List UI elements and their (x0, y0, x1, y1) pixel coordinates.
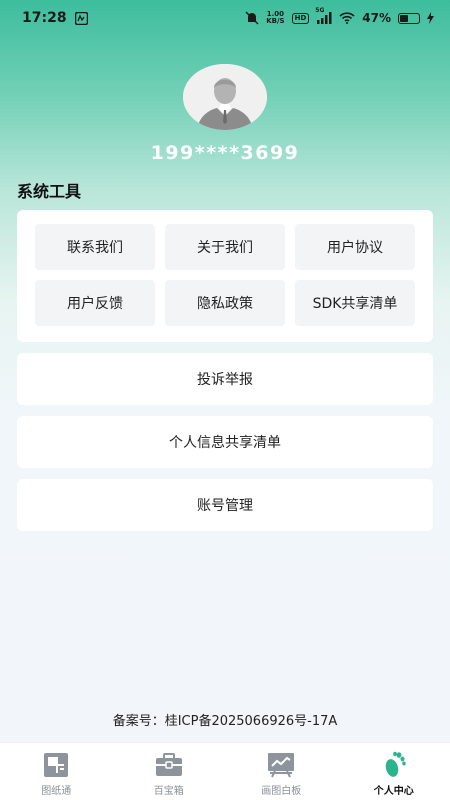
tab-whiteboard-label: 画图白板 (261, 786, 302, 797)
user-avatar-icon (183, 64, 267, 130)
footprint-icon (379, 751, 409, 779)
user-phone: 199****3699 (150, 142, 300, 164)
tab-toolbox-label: 百宝箱 (153, 786, 184, 797)
contact-us-button[interactable]: 联系我们 (35, 224, 155, 270)
app-notification-icon (74, 11, 88, 25)
tab-whiteboard[interactable]: 画图白板 (225, 743, 338, 800)
sdk-share-list-button[interactable]: SDK共享清单 (295, 280, 415, 326)
mute-icon (245, 11, 259, 25)
wifi-icon (339, 12, 355, 24)
icp-record: 备案号：桂ICP备2025066926号-17A (112, 714, 338, 729)
user-agreement-button[interactable]: 用户协议 (295, 224, 415, 270)
status-bar: 17:28 1.00 KB/S HD 5G 47% (0, 0, 450, 36)
tab-profile-label: 个人中心 (373, 786, 414, 797)
battery-icon (398, 12, 420, 24)
complaint-report-row[interactable]: 投诉举报 (17, 353, 433, 405)
about-us-button[interactable]: 关于我们 (165, 224, 285, 270)
personal-info-share-list-row[interactable]: 个人信息共享清单 (17, 416, 433, 468)
whiteboard-icon (266, 751, 296, 779)
net-speed: 1.00 KB/S (266, 10, 285, 25)
section-title: 系统工具 (17, 182, 82, 201)
tab-drawings-label: 图纸通 (41, 786, 72, 797)
tab-toolbox[interactable]: 百宝箱 (113, 743, 226, 800)
bottom-tab-bar: 图纸通 百宝箱 画图白板 个人中心 (0, 742, 450, 800)
drawing-board-icon (41, 751, 71, 779)
system-tools-card: 联系我们 关于我们 用户协议 用户反馈 隐私政策 SDK共享清单 (17, 210, 433, 342)
charging-icon (427, 12, 434, 24)
battery-percent: 47% (362, 11, 391, 25)
tab-profile[interactable]: 个人中心 (338, 743, 450, 800)
signal-icon: 5G (315, 7, 332, 24)
user-feedback-button[interactable]: 用户反馈 (35, 280, 155, 326)
tab-drawings[interactable]: 图纸通 (0, 743, 113, 800)
account-management-row[interactable]: 账号管理 (17, 479, 433, 531)
status-time: 17:28 (22, 10, 67, 26)
privacy-policy-button[interactable]: 隐私政策 (165, 280, 285, 326)
avatar[interactable] (183, 64, 267, 130)
toolbox-icon (154, 751, 184, 779)
hd-badge: HD (291, 12, 310, 24)
